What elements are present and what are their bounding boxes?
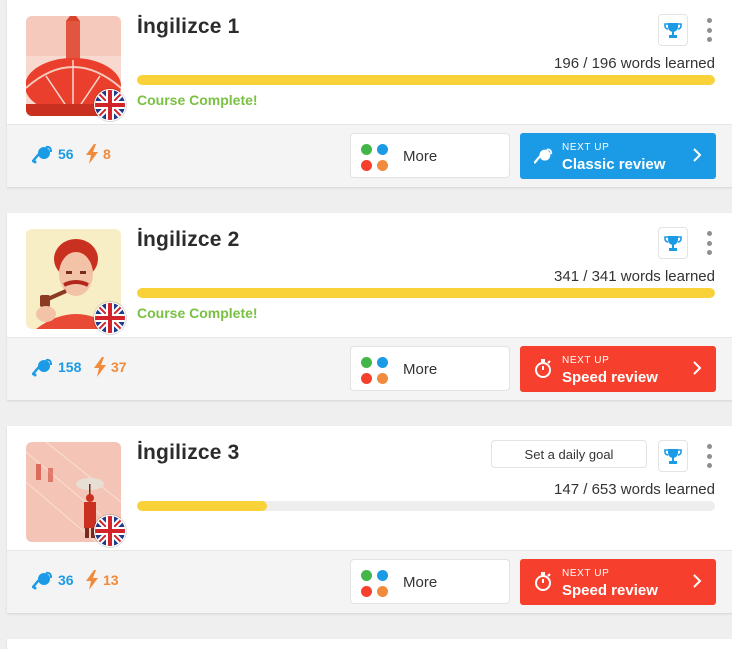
more-modes-button[interactable]: More [350,133,510,178]
leaderboard-button[interactable] [658,440,688,472]
course-card-header: İngilizce 2 341 / 341 words learned Cour… [7,213,732,338]
lightning-icon [86,144,98,164]
water-stat: 158 [32,357,81,377]
modes-dots-icon [361,144,389,172]
course-options-menu-icon[interactable] [704,444,714,468]
course-card-header: İngilizce 1 196 / 196 words learned Cour… [7,0,732,125]
modes-dots-icon [361,357,389,385]
water-count: 158 [58,359,82,375]
leaderboard-button[interactable] [658,227,688,259]
next-up-label: Speed review [562,369,658,386]
course-card-footer: 56 8 More NEXT UP Classic review [7,125,732,187]
lightning-icon [94,357,106,377]
water-count: 56 [58,146,74,162]
course-options-menu-icon[interactable] [704,18,714,42]
more-modes-button[interactable]: More [350,559,510,604]
progress-bar [137,288,715,298]
uk-flag-icon [94,89,126,121]
water-stat: 36 [32,570,74,590]
more-label: More [403,148,438,165]
progress-fill [137,75,715,85]
bolt-count: 37 [111,359,127,375]
next-up-button[interactable]: NEXT UP Speed review [520,346,716,392]
course-card-2: İngilizce 2 341 / 341 words learned Cour… [7,213,732,400]
watering-can-icon [534,148,553,164]
water-stat: 56 [32,144,74,164]
bolt-count: 13 [103,572,119,588]
next-up-kicker: NEXT UP [562,568,610,579]
next-up-label: Speed review [562,582,658,599]
chevron-right-icon [693,148,702,162]
modes-dots-icon [361,570,389,598]
leaderboard-button[interactable] [658,14,688,46]
course-title[interactable]: İngilizce 2 [137,228,240,252]
lightning-icon [86,570,98,590]
set-daily-goal-button[interactable]: Set a daily goal [491,440,647,468]
next-up-kicker: NEXT UP [562,355,610,366]
next-up-button[interactable]: NEXT UP Classic review [520,133,716,179]
uk-flag-icon [94,302,126,334]
course-card-footer: 158 37 More NEXT UP Speed review [7,338,732,400]
course-card-4 [7,639,732,649]
course-card-footer: 36 13 More NEXT UP Speed review [7,551,732,613]
words-learned: 196 / 196 words learned [554,55,715,72]
course-card-3: İngilizce 3 Set a daily goal 147 / 653 w… [7,426,732,613]
progress-bar [137,75,715,85]
course-title[interactable]: İngilizce 3 [137,441,240,465]
trophy-icon [664,23,682,38]
stopwatch-icon [535,359,551,378]
watering-can-icon [32,358,52,377]
bolt-stat: 8 [85,144,111,164]
course-status: Course Complete! [137,305,258,321]
progress-bar [137,501,715,511]
progress-fill [137,501,268,511]
chevron-right-icon [693,361,702,375]
words-learned: 341 / 341 words learned [554,268,715,285]
uk-flag-icon [94,515,126,547]
bolt-stat: 37 [93,357,127,377]
bolt-count: 8 [103,146,111,162]
watering-can-icon [32,571,52,590]
watering-can-icon [32,145,52,164]
more-label: More [403,574,438,591]
more-modes-button[interactable]: More [350,346,510,391]
next-up-button[interactable]: NEXT UP Speed review [520,559,716,605]
water-count: 36 [58,572,74,588]
course-card-header: İngilizce 3 Set a daily goal 147 / 653 w… [7,426,732,551]
progress-fill [137,288,715,298]
trophy-icon [664,449,682,464]
course-title[interactable]: İngilizce 1 [137,15,240,39]
stopwatch-icon [535,572,551,591]
course-options-menu-icon[interactable] [704,231,714,255]
more-label: More [403,361,438,378]
trophy-icon [664,236,682,251]
words-learned: 147 / 653 words learned [554,481,715,498]
next-up-kicker: NEXT UP [562,142,610,153]
course-card-1: İngilizce 1 196 / 196 words learned Cour… [7,0,732,187]
bolt-stat: 13 [85,570,119,590]
chevron-right-icon [693,574,702,588]
next-up-label: Classic review [562,156,666,173]
course-status: Course Complete! [137,92,258,108]
